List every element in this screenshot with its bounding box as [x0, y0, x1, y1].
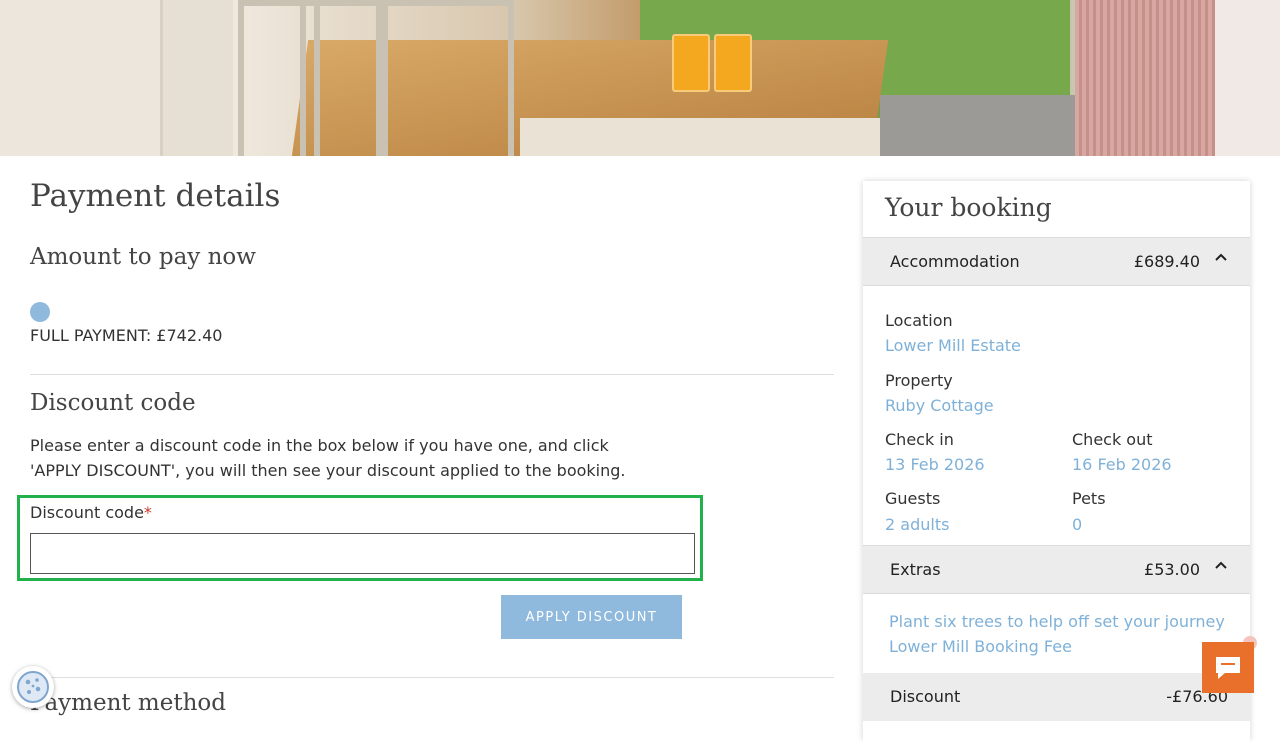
location-label: Location: [885, 311, 953, 330]
extras-item: Lower Mill Booking Fee: [889, 637, 1072, 656]
extras-label: Extras: [890, 560, 941, 579]
accommodation-label: Accommodation: [890, 252, 1020, 271]
discount-instructions: Please enter a discount code in the box …: [30, 436, 626, 480]
booking-summary-panel: Your booking Accommodation £689.40 Locat…: [863, 181, 1250, 741]
discount-code-label-text: Discount code: [30, 503, 144, 522]
checkout-value: 16 Feb 2026: [1072, 455, 1172, 474]
full-payment-label: FULL PAYMENT: £742.40: [30, 326, 223, 345]
chevron-up-icon: [1214, 250, 1228, 268]
extras-toggle[interactable]: Extras £53.00: [863, 545, 1250, 594]
accommodation-toggle[interactable]: Accommodation £689.40: [863, 237, 1250, 286]
page-title: Payment details: [30, 178, 281, 214]
chat-icon: [1216, 656, 1240, 679]
pets-value: 0: [1072, 515, 1083, 534]
checkout-label: Check out: [1072, 430, 1153, 449]
hero-image: [0, 0, 1280, 156]
checkin-label: Check in: [885, 430, 954, 449]
discount-label: Discount: [890, 687, 961, 706]
cookie-icon: [17, 671, 49, 703]
pets-label: Pets: [1072, 489, 1106, 508]
extras-item: Plant six trees to help off set your jou…: [889, 612, 1225, 631]
divider: [30, 677, 834, 678]
amount-heading: Amount to pay now: [30, 244, 256, 270]
chevron-up-icon: [1214, 558, 1228, 576]
accommodation-amount: £689.40: [1133, 252, 1200, 271]
guests-label: Guests: [885, 489, 941, 508]
required-marker: *: [143, 503, 152, 522]
property-value: Ruby Cottage: [885, 396, 994, 415]
guests-value: 2 adults: [885, 515, 950, 534]
booking-title: Your booking: [885, 193, 1052, 222]
discount-code-label: Discount code*: [30, 503, 152, 522]
chat-button[interactable]: [1202, 642, 1254, 693]
cookie-settings-button[interactable]: [12, 666, 54, 708]
discount-heading: Discount code: [30, 390, 196, 416]
apply-discount-button[interactable]: APPLY DISCOUNT: [501, 595, 682, 639]
divider: [30, 374, 834, 375]
discount-row: Discount -£76.60: [863, 673, 1250, 721]
full-payment-radio[interactable]: [30, 302, 50, 322]
discount-code-input[interactable]: [30, 533, 695, 574]
property-label: Property: [885, 371, 953, 390]
payment-method-heading: Payment method: [30, 690, 226, 716]
checkin-value: 13 Feb 2026: [885, 455, 985, 474]
extras-amount: £53.00: [1144, 560, 1200, 579]
location-value: Lower Mill Estate: [885, 336, 1021, 355]
